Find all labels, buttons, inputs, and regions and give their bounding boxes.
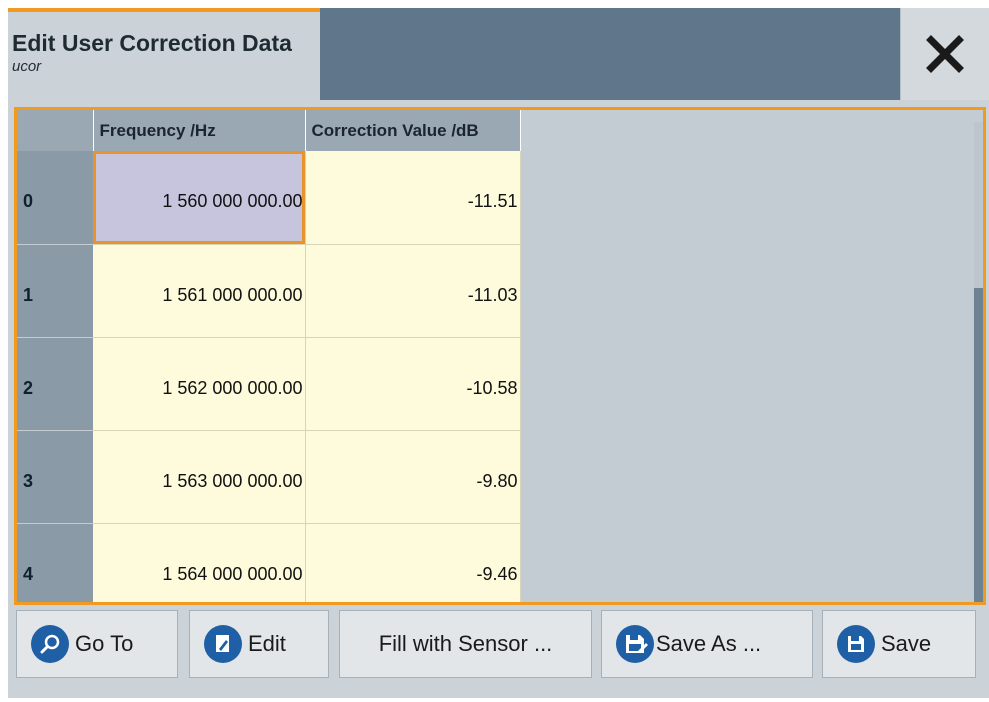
- edit-icon: [204, 625, 242, 663]
- go-to-label: Go To: [75, 631, 134, 656]
- table-row: 0 1 560 000 000.00 -11.51: [17, 151, 521, 245]
- correction-cell[interactable]: -11.03: [305, 244, 521, 338]
- dialog-title-tab: Edit User Correction Data ucor: [8, 8, 320, 100]
- table-header-row: Frequency /Hz Correction Value /dB: [17, 110, 521, 151]
- search-icon: [31, 625, 69, 663]
- frequency-cell[interactable]: 1 560 000 000.00: [93, 151, 306, 245]
- correction-cell[interactable]: -10.58: [305, 337, 521, 431]
- save-as-label: Save As ...: [656, 631, 762, 656]
- table-row: 3 1 563 000 000.00 -9.80: [17, 430, 521, 524]
- dialog-subtitle: ucor: [12, 58, 42, 75]
- close-icon: [926, 35, 964, 73]
- correction-cell[interactable]: -11.51: [305, 151, 521, 245]
- correction-cell[interactable]: -9.80: [305, 430, 521, 524]
- column-header-correction: Correction Value /dB: [305, 110, 521, 151]
- fill-with-sensor-button[interactable]: Fill with Sensor ...: [339, 610, 592, 678]
- row-index: 0: [17, 151, 93, 245]
- table-row: 4 1 564 000 000.00 -9.46: [17, 523, 521, 602]
- edit-button[interactable]: Edit: [189, 610, 329, 678]
- row-index: 4: [17, 523, 93, 602]
- frequency-cell[interactable]: 1 564 000 000.00: [93, 523, 306, 602]
- save-icon: [837, 625, 875, 663]
- table-row: 2 1 562 000 000.00 -10.58: [17, 337, 521, 431]
- save-button[interactable]: Save: [822, 610, 976, 678]
- row-index: 2: [17, 337, 93, 431]
- fill-with-sensor-label: Fill with Sensor ...: [378, 631, 553, 656]
- correction-cell[interactable]: -9.46: [305, 523, 521, 602]
- correction-table: Frequency /Hz Correction Value /dB 0 1 5…: [17, 110, 521, 602]
- close-button[interactable]: [900, 8, 989, 100]
- edit-label: Edit: [248, 631, 286, 656]
- frequency-cell[interactable]: 1 563 000 000.00: [93, 430, 306, 524]
- edit-user-correction-dialog: Edit User Correction Data ucor Frequency…: [8, 8, 989, 698]
- header-bar: [320, 8, 900, 100]
- row-index: 3: [17, 430, 93, 524]
- column-header-index: [17, 110, 94, 151]
- frequency-cell[interactable]: 1 562 000 000.00: [93, 337, 306, 431]
- save-as-icon: [616, 625, 654, 663]
- column-header-frequency: Frequency /Hz: [93, 110, 306, 151]
- save-as-button[interactable]: Save As ...: [601, 610, 813, 678]
- table-row: 1 1 561 000 000.00 -11.03: [17, 244, 521, 338]
- go-to-button[interactable]: Go To: [16, 610, 178, 678]
- row-index: 1: [17, 244, 93, 338]
- vertical-scrollbar[interactable]: [974, 122, 983, 602]
- save-label: Save: [881, 631, 932, 656]
- scrollbar-thumb[interactable]: [974, 288, 983, 602]
- dialog-title: Edit User Correction Data: [12, 30, 292, 56]
- correction-table-frame: Frequency /Hz Correction Value /dB 0 1 5…: [14, 107, 986, 605]
- frequency-cell[interactable]: 1 561 000 000.00: [93, 244, 306, 338]
